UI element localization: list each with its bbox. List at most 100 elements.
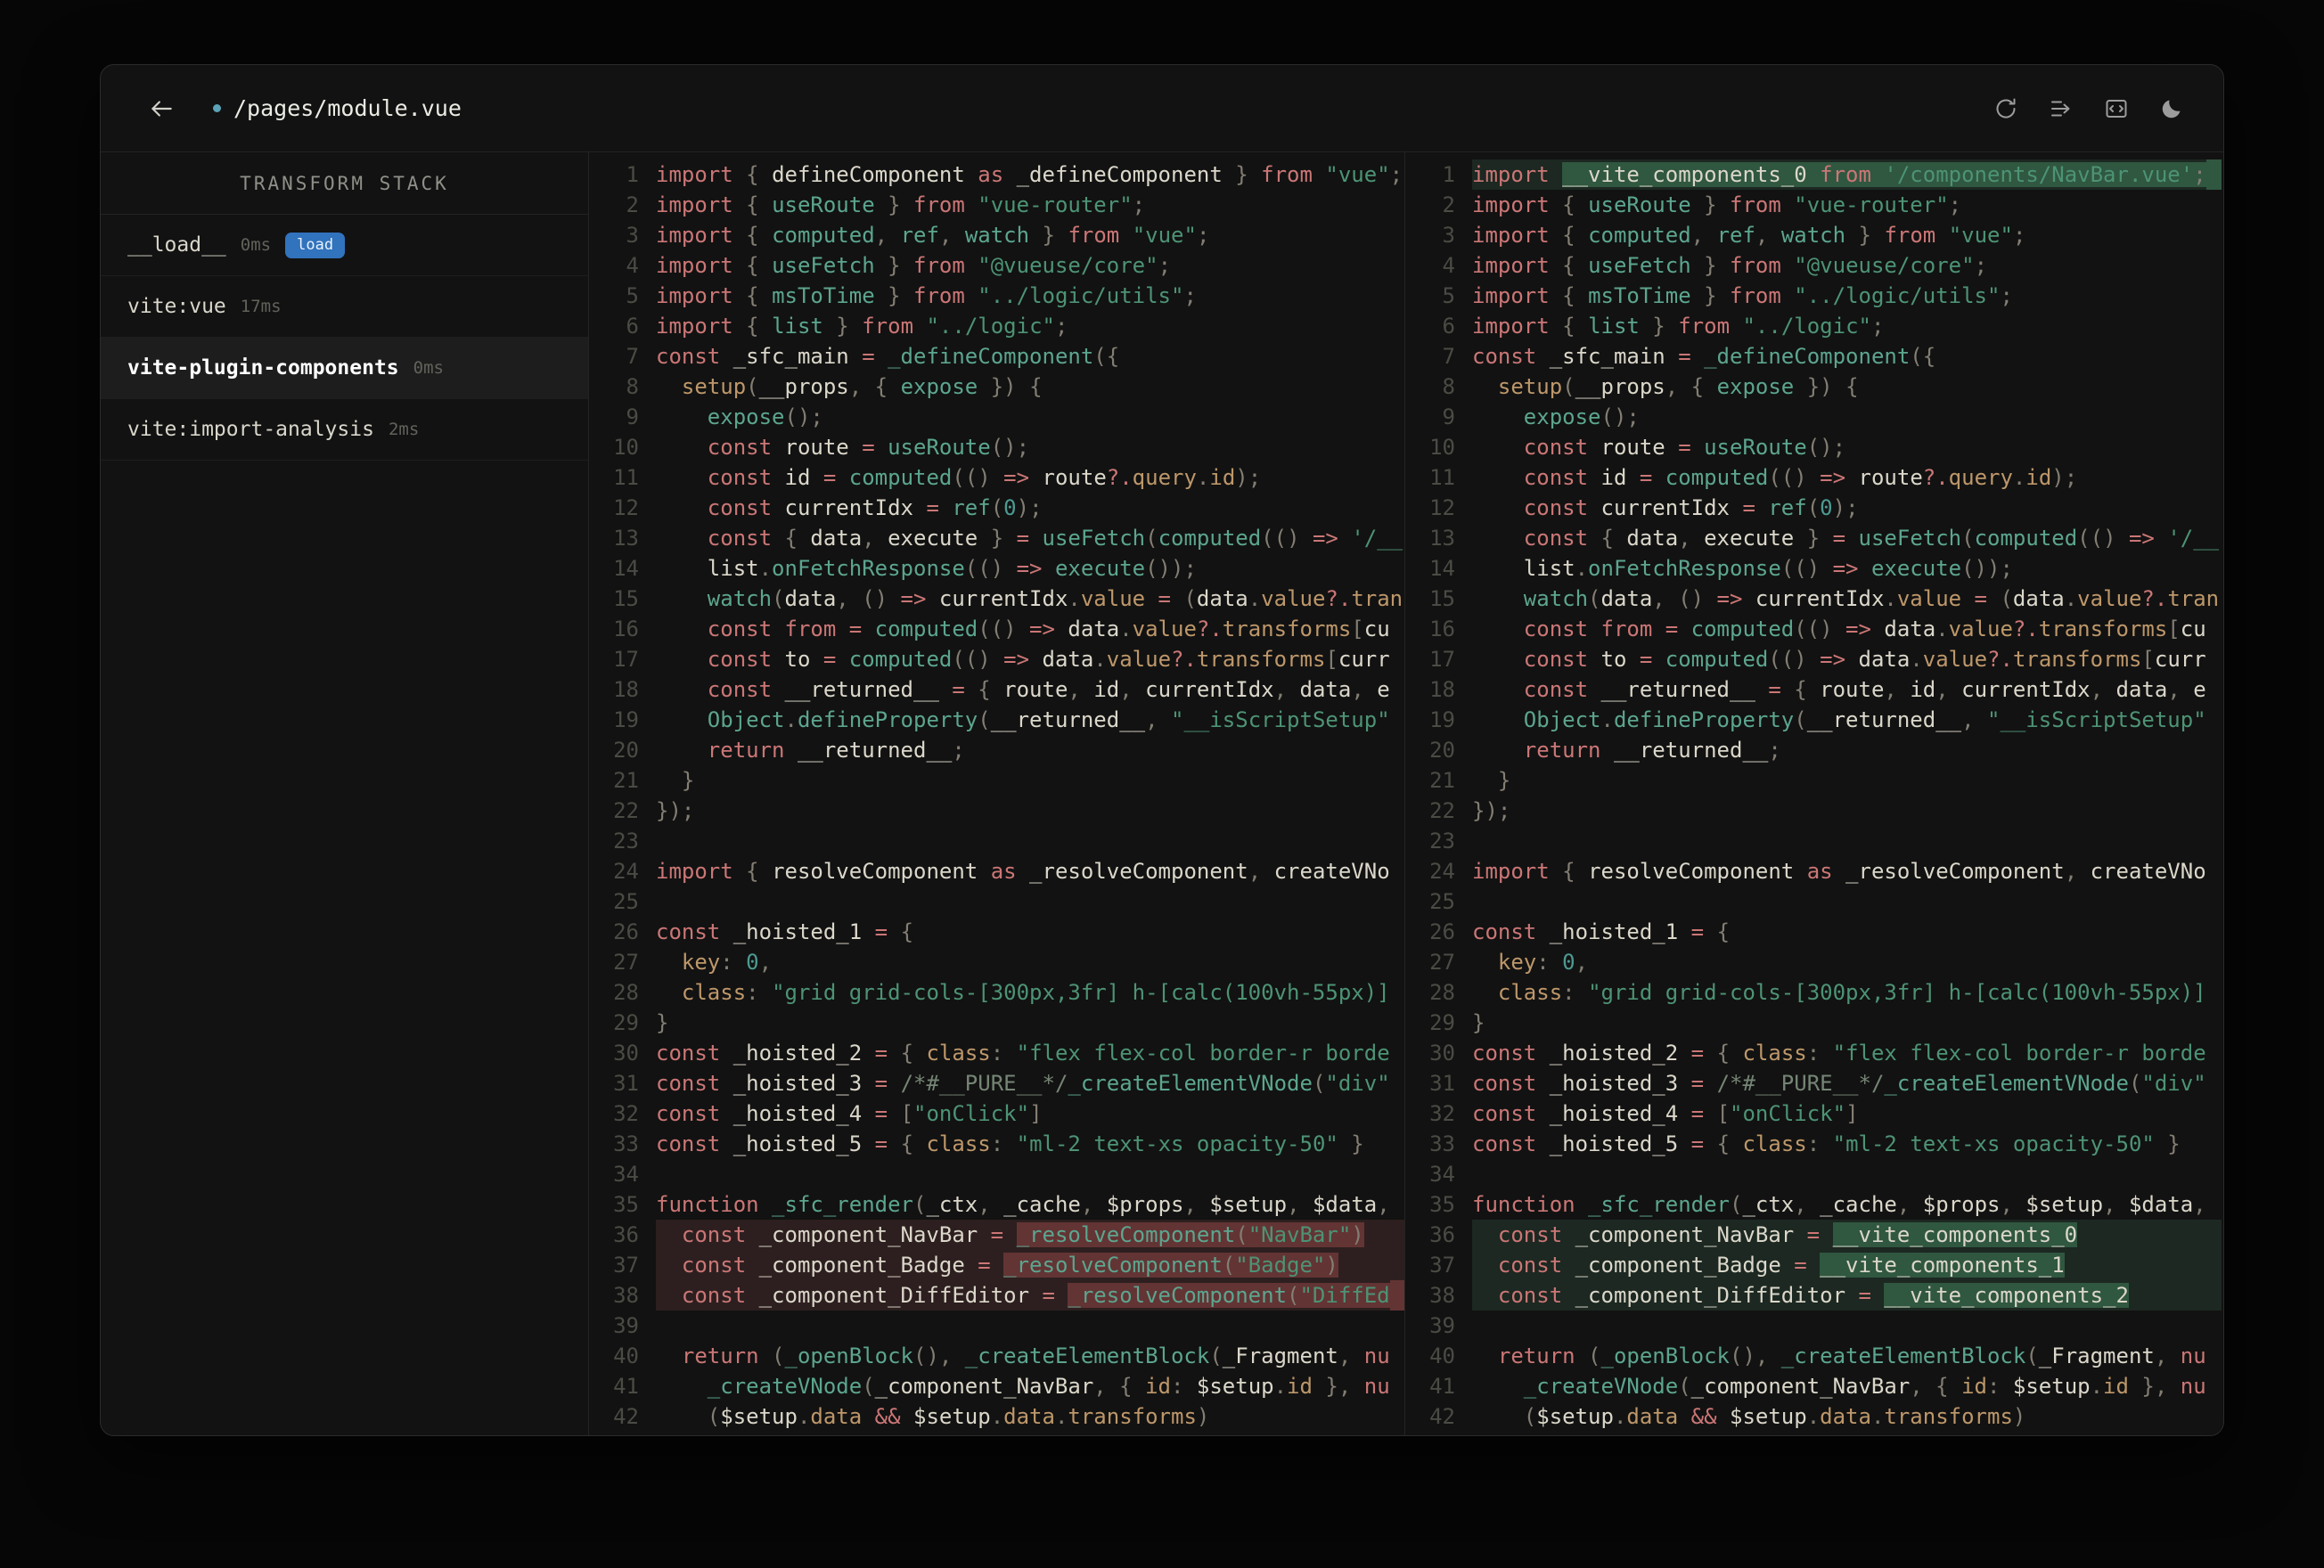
line-number: 26 [1429, 919, 1455, 944]
code-line: 26 const _hoisted_1 = { [589, 917, 1404, 947]
line-number: 40 [1429, 1343, 1455, 1368]
code-line: 29} [589, 1008, 1404, 1038]
line-number: 18 [613, 677, 639, 702]
line-number: 24 [613, 859, 639, 884]
code-line: 12 const currentIdx = ref(0); [589, 493, 1404, 523]
main-area: TRANSFORM STACK __load__ 0ms load vite:vue 1… [101, 152, 2223, 1435]
line-number: 5 [626, 283, 639, 308]
line-number: 34 [613, 1162, 639, 1187]
code-line: 26 const _hoisted_1 = { [1405, 917, 2222, 947]
code-line: 32 const _hoisted_4 = ["onClick"] [1405, 1098, 2222, 1129]
line-number: 18 [1429, 677, 1455, 702]
code-line: 22}); [1405, 796, 2222, 826]
diff-panel-left[interactable]: 1 import { defineComponent as _defineComp… [589, 152, 1405, 1435]
line-number: 27 [1429, 950, 1455, 975]
line-number: 20 [1429, 738, 1455, 763]
line-number: 19 [1429, 707, 1455, 732]
diff-view: 1 import { defineComponent as _defineComp… [589, 152, 2223, 1435]
line-number: 32 [1429, 1101, 1455, 1126]
code-line: 11 const id = computed(() => route?.quer… [589, 462, 1404, 493]
line-number: 12 [613, 495, 639, 520]
code-line: 29} [1405, 1008, 2222, 1038]
line-number: 17 [613, 647, 639, 672]
line-number: 17 [1429, 647, 1455, 672]
code-line: 39 [1405, 1311, 2222, 1341]
theme-toggle-button[interactable] [2159, 96, 2184, 121]
line-number: 3 [626, 223, 639, 248]
line-number: 14 [1429, 556, 1455, 581]
line-number: 4 [626, 253, 639, 278]
code-line: 18 const __returned__ = { route, id, cur… [589, 674, 1404, 705]
diff-panel-right[interactable]: 1 import __vite_components_0 from '/compo… [1405, 152, 2222, 1435]
inline-diff-toggle-button[interactable] [2049, 96, 2074, 121]
plugin-name: vite:vue [127, 295, 226, 318]
transform-stack-item--load-[interactable]: __load__ 0ms load [101, 215, 588, 276]
inline-diff-toggle-icon [2051, 101, 2070, 116]
plugin-name: vite-plugin-components [127, 356, 399, 380]
code-line: 27 key: 0, [1405, 947, 2222, 977]
code-line: 28 class: "grid grid-cols-[300px,3fr] h-… [1405, 977, 2222, 1008]
code-line: 19 Object.defineProperty(__returned__, "… [1405, 705, 2222, 735]
code-line: 32 const _hoisted_4 = ["onClick"] [589, 1098, 1404, 1129]
code-line: 25 [589, 886, 1404, 917]
refresh-icon [1996, 98, 2016, 118]
refresh-button[interactable] [1993, 96, 2018, 121]
code-line: 20 return __returned__; [589, 735, 1404, 765]
line-number: 34 [1429, 1162, 1455, 1187]
code-line: 4 import { useFetch } from "@vueuse/core"… [1405, 250, 2222, 281]
line-number: 6 [626, 314, 639, 339]
code-line: 8 setup(__props, { expose }) { [1405, 372, 2222, 402]
code-line: 36 const _component_NavBar = _resolveCom… [589, 1220, 1404, 1250]
code-line: 1 import __vite_components_0 from '/compo… [1405, 159, 2222, 190]
line-number: 36 [613, 1222, 639, 1247]
line-number: 31 [613, 1071, 639, 1096]
topbar: /pages/module.vue [101, 65, 2223, 152]
line-number: 31 [1429, 1071, 1455, 1096]
code-line: 33 const _hoisted_5 = { class: "ml-2 text… [1405, 1129, 2222, 1159]
code-line: 40 return (_openBlock(), _createElementB… [589, 1341, 1404, 1371]
code-line: 23 [1405, 826, 2222, 856]
code-line: 16 const from = computed(() => data.valu… [1405, 614, 2222, 644]
code-line: 15 watch(data, () => currentIdx.value = … [1405, 584, 2222, 614]
code-line: 10 const route = useRoute(); [1405, 432, 2222, 462]
line-number: 13 [613, 526, 639, 551]
line-number: 37 [613, 1253, 639, 1278]
side-by-side-diff-button[interactable] [2104, 96, 2129, 121]
line-number: 8 [1442, 374, 1455, 399]
line-number: 15 [613, 586, 639, 611]
line-number: 40 [613, 1343, 639, 1368]
line-number: 16 [1429, 617, 1455, 641]
transform-stack-item-vite-import-analysis[interactable]: vite:import-analysis 2ms [101, 399, 588, 461]
line-number: 41 [613, 1374, 639, 1399]
code-line: 40 return (_openBlock(), _createElementB… [1405, 1341, 2222, 1371]
code-line: 41 _createVNode(_component_NavBar, { id:… [1405, 1371, 2222, 1401]
code-line: 15 watch(data, () => currentIdx.value = … [589, 584, 1404, 614]
line-number: 32 [613, 1101, 639, 1126]
code-line: 42 ($setup.data && $setup.data.transform… [589, 1401, 1404, 1432]
line-number: 23 [613, 829, 639, 853]
plugin-name: __load__ [127, 233, 226, 257]
line-number: 35 [1429, 1192, 1455, 1217]
code-line: 22}); [589, 796, 1404, 826]
back-button[interactable] [147, 94, 176, 123]
plugin-name: vite:import-analysis [127, 418, 374, 441]
line-number: 12 [1429, 495, 1455, 520]
code-line: 7 const _sfc_main = _defineComponent({ [589, 341, 1404, 372]
line-number: 22 [1429, 798, 1455, 823]
sidebar-title: TRANSFORM STACK [101, 152, 588, 215]
transform-stack-item-vite-plugin-components[interactable]: vite-plugin-components 0ms [101, 338, 588, 399]
line-number: 7 [1442, 344, 1455, 369]
code-line: 19 Object.defineProperty(__returned__, "… [589, 705, 1404, 735]
line-number: 5 [1442, 283, 1455, 308]
line-number: 4 [1442, 253, 1455, 278]
line-number: 35 [613, 1192, 639, 1217]
plugin-time: 17ms [240, 297, 282, 316]
code-line: 12 const currentIdx = ref(0); [1405, 493, 2222, 523]
code-line: 2 import { useRoute } from "vue-router"; [589, 190, 1404, 220]
line-number: 25 [613, 889, 639, 914]
transform-stack-item-vite-vue[interactable]: vite:vue 17ms [101, 276, 588, 338]
line-number: 19 [613, 707, 639, 732]
line-number: 1 [1442, 162, 1455, 187]
line-number: 36 [1429, 1222, 1455, 1247]
line-number: 15 [1429, 586, 1455, 611]
